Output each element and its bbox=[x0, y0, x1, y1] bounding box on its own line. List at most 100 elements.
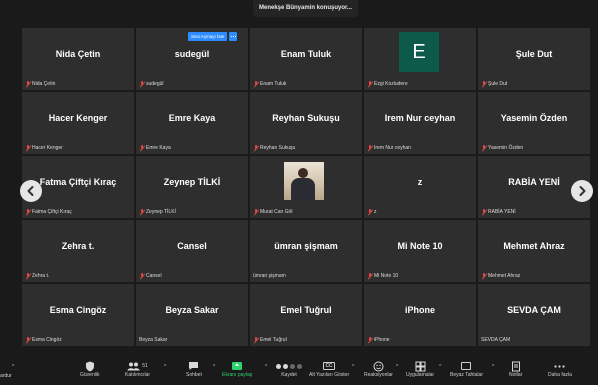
participant-tile[interactable]: Nida Çetin Nida Çetin bbox=[22, 28, 134, 90]
participant-tile[interactable]: Irem Nur ceyhan Irem Nur ceyhan bbox=[364, 92, 476, 154]
participant-tile[interactable]: Yasemin Özden Yasemin Özden bbox=[478, 92, 590, 154]
participant-name-label: iPhone bbox=[367, 336, 390, 344]
participant-name-label: RABİA YENİ bbox=[481, 208, 516, 216]
participant-tile[interactable]: Esma Cingöz Esma Cingöz bbox=[22, 284, 134, 346]
captions-icon: CC bbox=[323, 362, 335, 370]
participant-label-text: Emel Tuğrul bbox=[260, 337, 287, 343]
notes-label: Notlar bbox=[509, 372, 523, 378]
mic-muted-icon bbox=[139, 144, 145, 152]
participant-name-label: Murat Can Göl bbox=[253, 208, 293, 216]
participant-tile[interactable]: SEVDA ÇAM SEVDA ÇAM bbox=[478, 284, 590, 346]
participant-label-text: Emre Kaya bbox=[146, 145, 171, 151]
mic-muted-icon bbox=[25, 272, 31, 280]
mic-muted-icon bbox=[253, 144, 259, 152]
participant-name-label: Beyza Sakar bbox=[139, 336, 167, 344]
mic-muted-icon bbox=[25, 336, 31, 344]
stop-video-caret[interactable]: ^ bbox=[12, 364, 14, 370]
share-screen-caret[interactable]: ^ bbox=[265, 364, 267, 370]
participant-display-name: RABİA YENİ bbox=[508, 177, 560, 187]
record-button[interactable]: Kaydet bbox=[276, 360, 302, 378]
participant-display-name: SEVDA ÇAM bbox=[507, 305, 561, 315]
meeting-toolbar: ^ ardur Güvenlik 51 Katılımcılar ^ Sohbe… bbox=[0, 356, 598, 385]
participant-name-label: Reyhan Sukuşu bbox=[253, 144, 295, 152]
chevron-right-icon bbox=[579, 186, 586, 196]
more-button[interactable]: Daha fazla bbox=[548, 360, 572, 378]
participant-tile[interactable]: Enam Tuluk Enam Tuluk bbox=[250, 28, 362, 90]
reactions-icon bbox=[373, 360, 384, 372]
tile-more-options-button[interactable] bbox=[229, 32, 238, 41]
participant-label-text: iPhone bbox=[374, 337, 390, 343]
reactions-label: Reaksiyonlar bbox=[364, 372, 393, 378]
notes-button[interactable]: Notlar bbox=[509, 360, 522, 378]
mic-muted-icon bbox=[253, 336, 259, 344]
participant-label-text: Cansel bbox=[146, 273, 162, 279]
participant-tile[interactable]: iPhone iPhone bbox=[364, 284, 476, 346]
chat-button[interactable]: Sohbet bbox=[186, 360, 202, 378]
participant-tile[interactable]: Cansel Cansel bbox=[136, 220, 248, 282]
participant-name-label: SEVDA ÇAM bbox=[481, 336, 510, 344]
apps-button[interactable]: Uygulamalar bbox=[406, 360, 434, 378]
reactions-caret[interactable]: ^ bbox=[396, 364, 398, 370]
mic-muted-icon bbox=[481, 80, 487, 88]
chat-caret[interactable]: ^ bbox=[213, 364, 215, 370]
stop-video-label-partial: ardur bbox=[0, 373, 12, 379]
participant-tile[interactable]: Zeynep TİLKİ Zeynep TİLKİ bbox=[136, 156, 248, 218]
participant-name-label: Yasemin Özden bbox=[481, 144, 523, 152]
security-label: Güvenlik bbox=[80, 372, 100, 378]
participant-label-text: Şule Dut bbox=[488, 81, 508, 87]
security-button[interactable]: Güvenlik bbox=[80, 360, 99, 378]
ask-to-unmute-button[interactable]: Sesi Açmayı İste bbox=[188, 32, 228, 41]
participant-tile[interactable]: Reyhan Sukuşu Reyhan Sukuşu bbox=[250, 92, 362, 154]
participant-tile[interactable]: zz bbox=[364, 156, 476, 218]
participant-tile[interactable]: Mi Note 10 Mi Note 10 bbox=[364, 220, 476, 282]
participant-name-label: Hacer Kenger bbox=[25, 144, 63, 152]
mic-muted-icon bbox=[367, 144, 373, 152]
apps-caret[interactable]: ^ bbox=[439, 364, 441, 370]
participant-tile[interactable]: Murat Can Göl bbox=[250, 156, 362, 218]
participant-tile[interactable]: Hacer Kenger Hacer Kenger bbox=[22, 92, 134, 154]
captions-caret[interactable]: ^ bbox=[352, 364, 354, 370]
whiteboards-button[interactable]: Beyaz Tahtalar bbox=[450, 360, 483, 378]
participant-tile[interactable]: E Ezgi Kozludere bbox=[364, 28, 476, 90]
participant-tile[interactable]: Şule Dut Şule Dut bbox=[478, 28, 590, 90]
record-label: Kaydet bbox=[281, 372, 297, 378]
mic-muted-icon bbox=[481, 208, 487, 216]
participant-label-text: ümran şişmam bbox=[253, 273, 286, 279]
participant-display-name: Nida Çetin bbox=[55, 49, 101, 59]
participant-label-text: Esma Cingöz bbox=[32, 337, 62, 343]
participant-label-text: Reyhan Sukuşu bbox=[260, 145, 296, 151]
participant-display-name: Şule Dut bbox=[515, 49, 553, 59]
next-page-button[interactable] bbox=[571, 180, 593, 202]
participant-name-label: Mi Note 10 bbox=[367, 272, 398, 280]
participant-label-text: Irem Nur ceyhan bbox=[374, 145, 411, 151]
reactions-button[interactable]: Reaksiyonlar bbox=[364, 360, 393, 378]
previous-page-button[interactable] bbox=[20, 180, 42, 202]
participant-tile[interactable]: Mehmet Ahraz Mehmet Ahraz bbox=[478, 220, 590, 282]
participant-name-label: Emre Kaya bbox=[139, 144, 171, 152]
participants-button[interactable]: 51 Katılımcılar bbox=[125, 360, 150, 378]
participant-label-text: Nida Çetin bbox=[32, 81, 56, 87]
gallery-grid: Nida Çetin Nida Çetin sudegül sudegül Enam T… bbox=[22, 28, 598, 356]
participant-label-text: RABİA YENİ bbox=[488, 209, 516, 215]
participants-icon: 51 bbox=[127, 360, 148, 372]
participants-caret[interactable]: ^ bbox=[164, 364, 166, 370]
participant-tile[interactable]: Emel Tuğrul Emel Tuğrul bbox=[250, 284, 362, 346]
captions-button[interactable]: CC Alt Yazıları Göster bbox=[309, 360, 349, 378]
shield-icon bbox=[85, 360, 95, 372]
participant-avatar: E bbox=[399, 32, 439, 72]
apps-icon bbox=[415, 360, 426, 372]
participant-name-label: Cansel bbox=[139, 272, 162, 280]
whiteboards-caret[interactable]: ^ bbox=[492, 364, 494, 370]
participant-display-name: Beyza Sakar bbox=[165, 305, 219, 315]
participant-tile[interactable]: ümran şişmam ümran şişmam bbox=[250, 220, 362, 282]
participant-tile[interactable]: Emre Kaya Emre Kaya bbox=[136, 92, 248, 154]
share-screen-button[interactable]: Ekranı paylaş bbox=[222, 360, 252, 378]
mic-muted-icon bbox=[367, 272, 373, 280]
participant-tile[interactable]: Zehra t. Zehra t. bbox=[22, 220, 134, 282]
participant-display-name: Irem Nur ceyhan bbox=[384, 113, 456, 123]
mic-muted-icon bbox=[253, 208, 259, 216]
participant-name-label: Irem Nur ceyhan bbox=[367, 144, 411, 152]
participant-tile[interactable]: Beyza Sakar Beyza Sakar bbox=[136, 284, 248, 346]
participant-display-name: Zeynep TİLKİ bbox=[163, 177, 221, 187]
participant-photo bbox=[284, 162, 324, 200]
